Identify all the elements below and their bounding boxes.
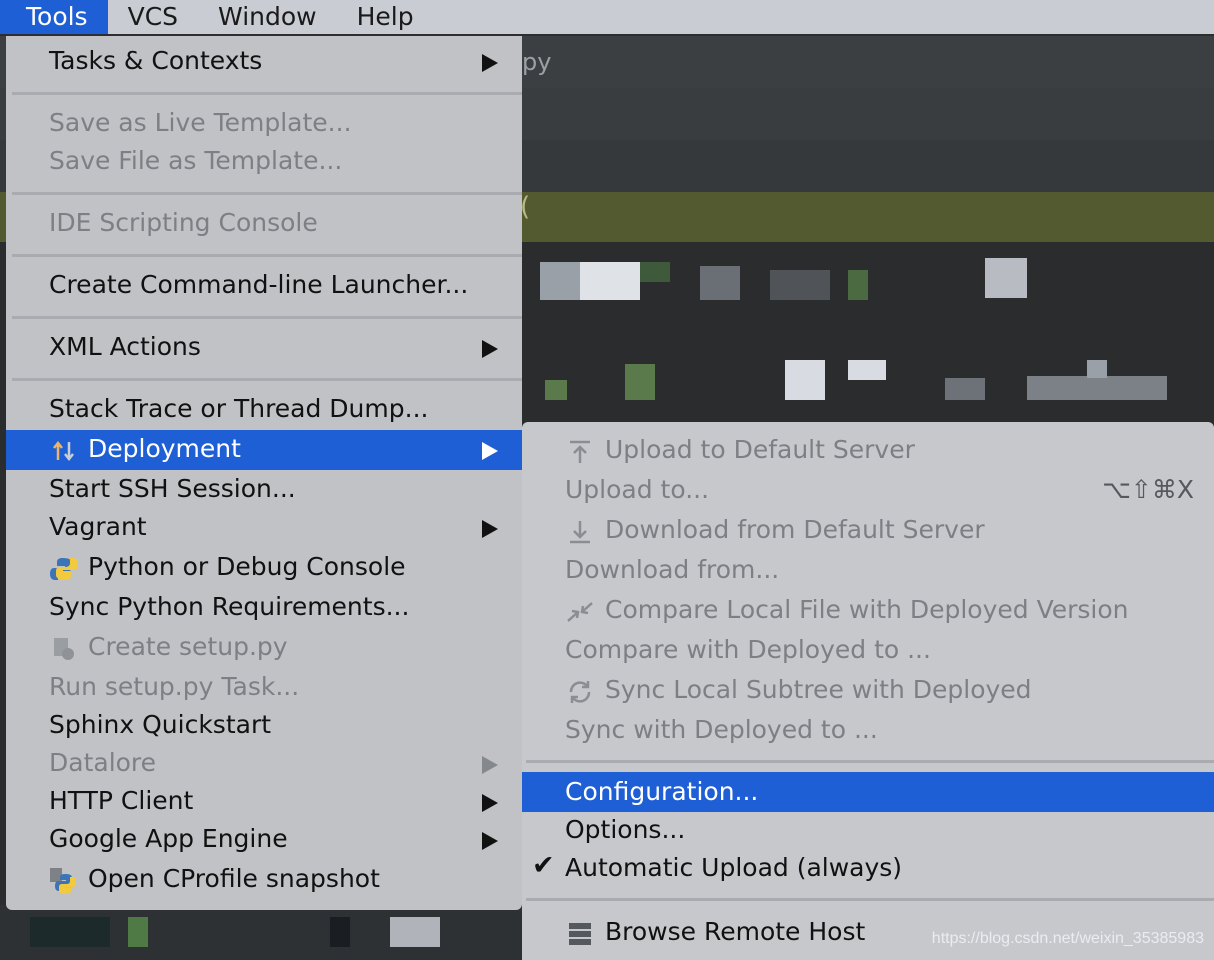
menu-item-datalore[interactable]: Datalore <box>6 744 522 784</box>
sync-icon <box>569 681 591 703</box>
compare-icon <box>567 602 593 622</box>
submenu-item-label: Compare with Deployed to ... <box>565 635 931 664</box>
menu-item-python-console[interactable]: Python or Debug Console <box>6 548 522 588</box>
menu-item-label: Tasks & Contexts <box>49 46 263 75</box>
menu-item-label: HTTP Client <box>49 786 194 815</box>
submenu-arrow-icon <box>482 832 498 850</box>
menu-item-label: Open CProfile snapshot <box>88 864 380 893</box>
submenu-arrow-icon <box>482 340 498 358</box>
menu-item-label: Stack Trace or Thread Dump... <box>49 394 429 423</box>
submenu-item-configuration[interactable]: Configuration... <box>522 772 1214 812</box>
submenu-item-label: Sync with Deployed to ... <box>565 715 878 744</box>
menu-item-label: Vagrant <box>49 512 147 541</box>
menu-item-label: Datalore <box>49 748 157 777</box>
menu-item-sync-requirements[interactable]: Sync Python Requirements... <box>6 588 522 628</box>
server-icon <box>569 923 591 945</box>
cprofile-python-icon <box>50 868 76 894</box>
menu-item-label: IDE Scripting Console <box>49 208 318 237</box>
menu-item-ide-scripting-console[interactable]: IDE Scripting Console <box>6 204 522 244</box>
submenu-item-download-from[interactable]: Download from... <box>522 550 1214 590</box>
menu-item-label: Google App Engine <box>49 824 288 853</box>
menu-item-label: Run setup.py Task... <box>49 672 300 701</box>
submenu-item-label: Options... <box>565 815 686 844</box>
download-icon <box>570 521 590 544</box>
submenu-item-label: Browse Remote Host <box>605 917 866 946</box>
keyboard-shortcut: ⌥⇧⌘X <box>1102 475 1194 504</box>
menu-item-deployment[interactable]: Deployment <box>6 430 522 470</box>
submenu-arrow-icon <box>482 756 498 774</box>
submenu-item-label: Sync Local Subtree with Deployed <box>605 675 1032 704</box>
menu-item-http-client[interactable]: HTTP Client <box>6 782 522 822</box>
menubar-help[interactable]: Help <box>337 0 434 34</box>
menu-item-label: Create setup.py <box>88 632 288 661</box>
deployment-arrows-icon <box>53 440 74 462</box>
menubar-vcs[interactable]: VCS <box>108 0 198 34</box>
submenu-item-compare-deployed[interactable]: Compare with Deployed to ... <box>522 630 1214 670</box>
submenu-arrow-icon <box>482 442 498 460</box>
python-icon <box>50 558 78 580</box>
menu-item-save-file-template[interactable]: Save File as Template... <box>6 142 522 182</box>
submenu-item-label: Upload to Default Server <box>605 435 915 464</box>
submenu-item-label: Download from Default Server <box>605 515 985 544</box>
checkmark-icon: ✔ <box>532 850 555 881</box>
menu-item-stack-trace[interactable]: Stack Trace or Thread Dump... <box>6 390 522 430</box>
menu-bar: Tools VCS Window Help <box>0 0 1214 34</box>
menu-separator <box>12 316 522 319</box>
menubar-tools[interactable]: Tools <box>0 0 108 34</box>
menu-item-open-cprofile[interactable]: Open CProfile snapshot <box>6 860 522 900</box>
menu-item-label: Sync Python Requirements... <box>49 592 410 621</box>
submenu-item-download-default[interactable]: Download from Default Server <box>522 510 1214 550</box>
menu-item-create-launcher[interactable]: Create Command-line Launcher... <box>6 266 522 306</box>
menu-item-label: Save as Live Template... <box>49 108 352 137</box>
submenu-item-options[interactable]: Options... <box>522 810 1214 850</box>
submenu-item-upload-default[interactable]: Upload to Default Server <box>522 430 1214 470</box>
menu-item-save-live-template[interactable]: Save as Live Template... <box>6 104 522 144</box>
tools-menu: Tasks & Contexts Save as Live Template..… <box>6 36 522 910</box>
submenu-separator <box>526 898 1214 901</box>
menu-item-google-app-engine[interactable]: Google App Engine <box>6 820 522 860</box>
submenu-item-label: Upload to... <box>565 475 710 504</box>
menu-item-run-setup-task[interactable]: Run setup.py Task... <box>6 668 522 708</box>
menu-item-create-setup[interactable]: Create setup.py <box>6 628 522 668</box>
submenu-item-sync-subtree[interactable]: Sync Local Subtree with Deployed <box>522 670 1214 710</box>
submenu-item-sync-deployed[interactable]: Sync with Deployed to ... <box>522 710 1214 750</box>
menu-item-label: Create Command-line Launcher... <box>49 270 469 299</box>
obscured-status-area <box>0 905 522 960</box>
submenu-item-label: Compare Local File with Deployed Version <box>605 595 1129 624</box>
deployment-submenu: Upload to Default Server Upload to... ⌥⇧… <box>522 422 1214 960</box>
watermark-url: https://blog.csdn.net/weixin_35385983 <box>931 930 1204 947</box>
submenu-item-compare-local[interactable]: Compare Local File with Deployed Version <box>522 590 1214 630</box>
menu-item-sphinx-quickstart[interactable]: Sphinx Quickstart <box>6 706 522 746</box>
menu-item-label: Deployment <box>88 434 241 463</box>
upload-icon <box>570 440 590 463</box>
menu-item-xml-actions[interactable]: XML Actions <box>6 328 522 368</box>
menu-item-start-ssh[interactable]: Start SSH Session... <box>6 470 522 510</box>
menu-separator <box>12 92 522 95</box>
menu-item-vagrant[interactable]: Vagrant <box>6 508 522 548</box>
menu-item-label: Python or Debug Console <box>88 552 406 581</box>
menubar-window[interactable]: Window <box>198 0 337 34</box>
submenu-item-automatic-upload[interactable]: ✔ Automatic Upload (always) <box>522 848 1214 888</box>
menu-item-label: XML Actions <box>49 332 201 361</box>
menu-separator <box>12 254 522 257</box>
menu-item-label: Sphinx Quickstart <box>49 710 272 739</box>
setup-py-icon <box>54 638 74 660</box>
menu-item-tasks-contexts[interactable]: Tasks & Contexts <box>6 42 522 82</box>
submenu-arrow-icon <box>482 794 498 812</box>
submenu-separator <box>526 760 1214 763</box>
submenu-item-upload-to[interactable]: Upload to... ⌥⇧⌘X <box>522 470 1214 510</box>
editor-tab-label[interactable]: py <box>522 48 551 76</box>
submenu-item-label: Automatic Upload (always) <box>565 853 903 882</box>
menu-item-label: Start SSH Session... <box>49 474 296 503</box>
menu-item-label: Save File as Template... <box>49 146 343 175</box>
menu-separator <box>12 378 522 381</box>
submenu-arrow-icon <box>482 520 498 538</box>
menu-separator <box>12 192 522 195</box>
submenu-item-label: Configuration... <box>565 777 759 806</box>
submenu-arrow-icon <box>482 54 498 72</box>
submenu-item-label: Download from... <box>565 555 780 584</box>
